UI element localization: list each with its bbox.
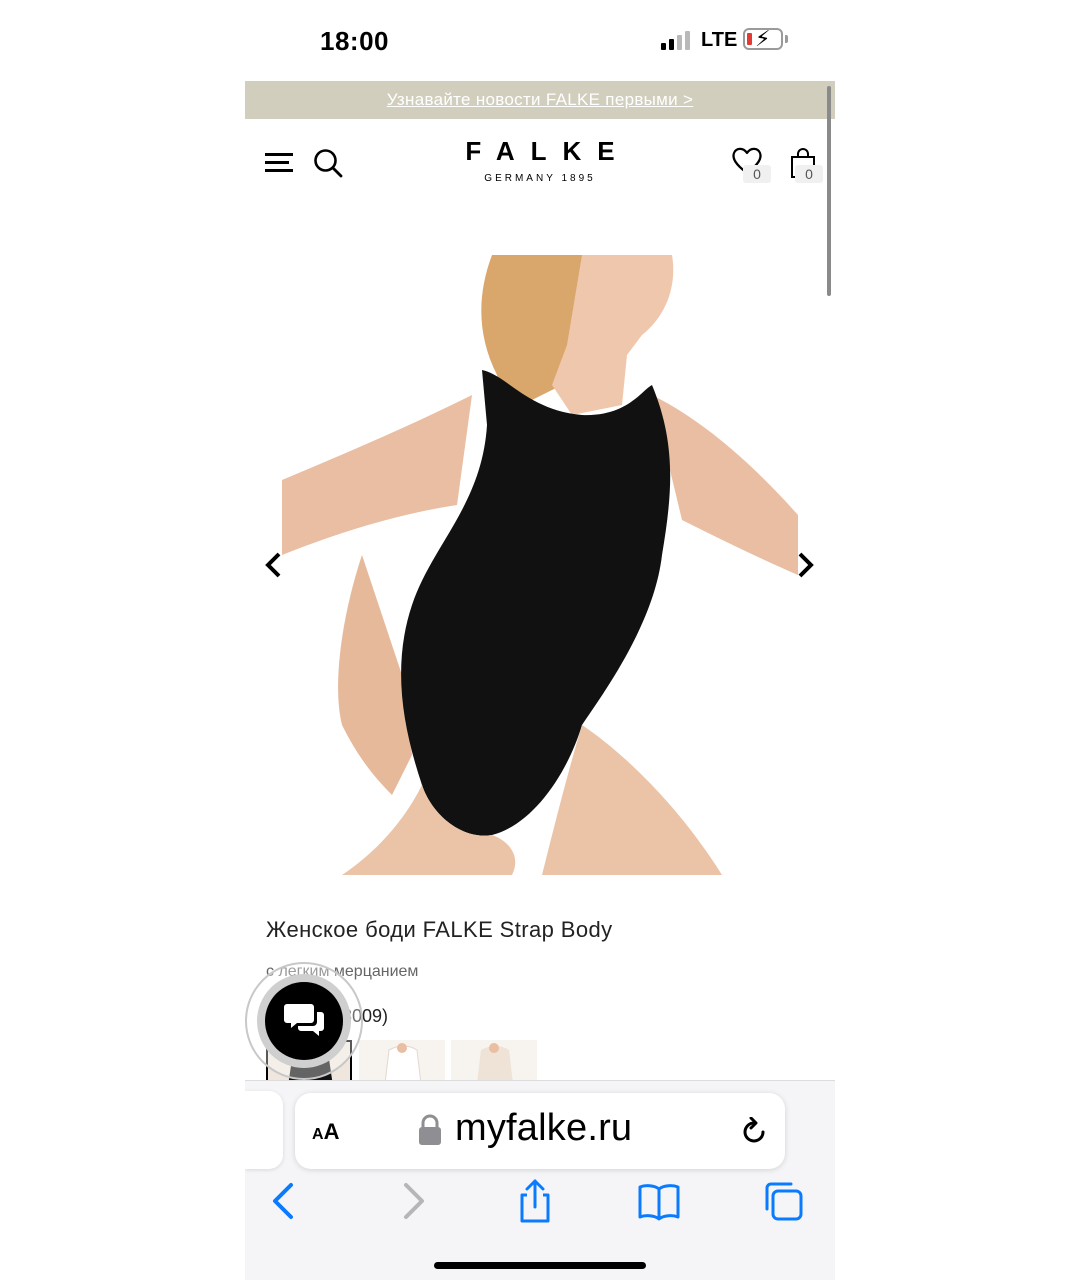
previous-tab-peek[interactable] (245, 1091, 283, 1169)
battery-tip (785, 35, 788, 43)
product-photo[interactable] (282, 255, 798, 875)
share-icon[interactable] (513, 1179, 557, 1223)
bookmarks-icon[interactable] (637, 1179, 681, 1223)
logo-tagline: GERMANY 1895 (484, 173, 596, 184)
search-icon[interactable] (313, 148, 343, 178)
network-label: LTE (701, 29, 738, 51)
chat-bubbles-icon (284, 1004, 324, 1036)
hamburger-menu-icon[interactable] (265, 153, 293, 173)
falke-logo[interactable]: FALKE GERMANY 1895 (425, 136, 655, 184)
page-scrollbar[interactable] (827, 86, 831, 296)
reload-icon[interactable] (739, 1117, 769, 1147)
chat-button[interactable] (265, 982, 343, 1060)
reader-options-button[interactable]: AA (312, 1119, 339, 1145)
product-photo-illustration (282, 255, 798, 875)
wishlist-count-badge: 0 (743, 165, 771, 183)
back-icon[interactable] (263, 1179, 307, 1223)
url-text: myfalke.ru (455, 1107, 633, 1149)
product-title: Женское боди FALKE Strap Body (266, 917, 613, 942)
bag-count-badge: 0 (795, 165, 823, 183)
chevron-left-icon[interactable] (261, 550, 285, 580)
lock-icon (419, 1114, 441, 1145)
promo-link[interactable]: Узнавайте новости FALKE первыми > (387, 90, 693, 110)
promo-banner: Узнавайте новости FALKE первыми > (245, 81, 835, 119)
swatch-white[interactable] (359, 1040, 445, 1084)
logo-wordmark: FALKE (465, 136, 631, 166)
address-bar[interactable]: AA myfalke.ru (295, 1093, 785, 1169)
home-indicator (434, 1262, 646, 1269)
battery-icon: ⚡ (743, 26, 783, 51)
browser-toolbar: AA myfalke.ru (245, 1080, 835, 1280)
status-time: 18:00 (320, 26, 389, 56)
tabs-icon[interactable] (761, 1179, 805, 1223)
forward-icon[interactable] (390, 1179, 434, 1223)
phone-screen: 18:00 LTE ⚡ Узнавайте новости FALKE перв… (245, 0, 835, 1280)
signal-icon (661, 30, 691, 50)
chevron-right-icon[interactable] (794, 550, 818, 580)
swatch-nude[interactable] (451, 1040, 537, 1084)
